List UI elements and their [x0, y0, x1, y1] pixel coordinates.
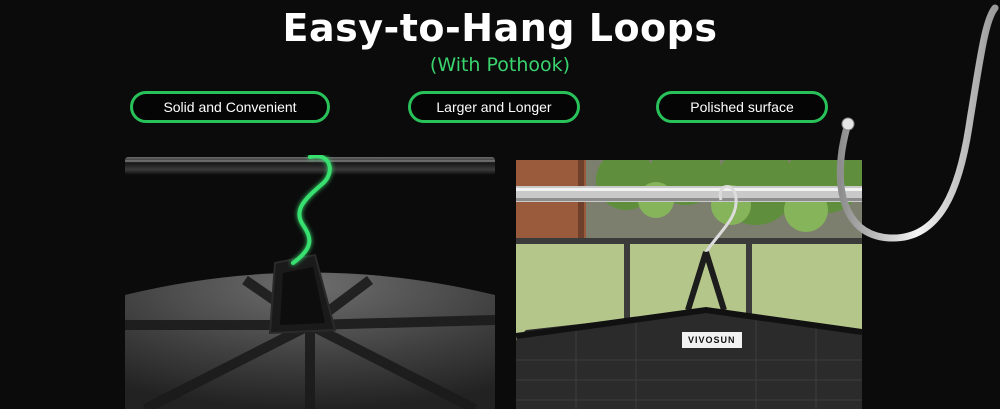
left-product-photo [125, 155, 495, 409]
feature-badge-label: Polished surface [690, 99, 794, 115]
feature-badge-larger: Larger and Longer [408, 91, 580, 123]
right-product-photo [516, 160, 862, 409]
brand-tag: VIVOSUN [682, 332, 742, 348]
hanging-rod [125, 157, 495, 175]
right-photo-illustration [516, 160, 862, 409]
left-photo-illustration [125, 155, 495, 409]
feature-badge-polished: Polished surface [656, 91, 828, 123]
feature-badge-solid: Solid and Convenient [130, 91, 330, 123]
feature-badge-label: Solid and Convenient [163, 99, 297, 115]
feature-badge-label: Larger and Longer [436, 99, 552, 115]
polished-hook-icon [836, 4, 999, 242]
